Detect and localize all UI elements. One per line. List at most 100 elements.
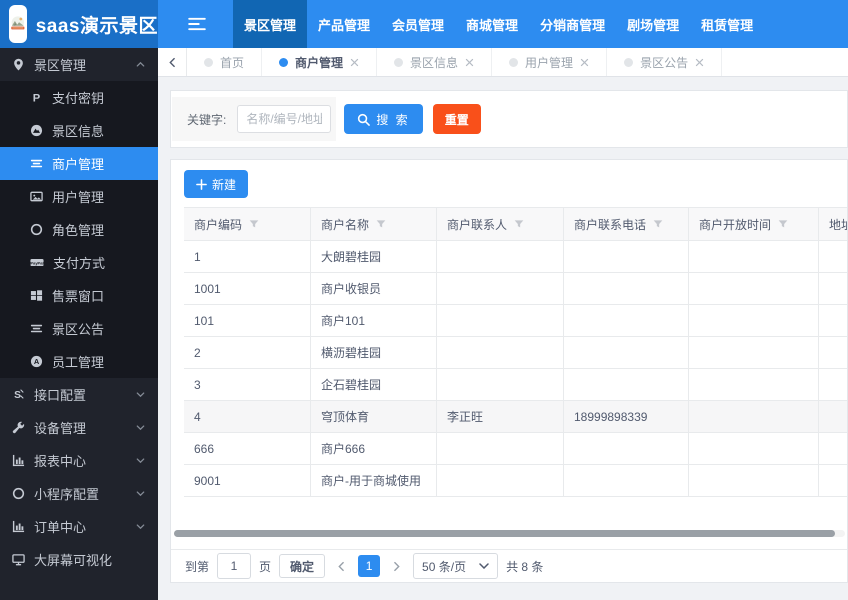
close-icon[interactable] bbox=[695, 58, 704, 67]
chevron-up-icon bbox=[135, 59, 146, 70]
horizontal-scrollbar bbox=[174, 530, 845, 537]
sidebar-section-label: 大屏幕可视化 bbox=[34, 553, 113, 568]
table-cell: 2 bbox=[184, 337, 311, 368]
chevron-down-icon bbox=[135, 455, 146, 466]
topnav-item-1[interactable]: 景区管理 bbox=[233, 0, 308, 48]
table-cell: 1001 bbox=[184, 273, 311, 304]
table-cell bbox=[437, 273, 564, 304]
sidebar-section-6[interactable]: 订单中心 bbox=[0, 510, 158, 543]
sidebar-item-label: 景区公告 bbox=[52, 322, 105, 337]
tab-5[interactable]: 景区公告 bbox=[607, 48, 723, 76]
sidebar-item-label: 景区信息 bbox=[52, 124, 105, 139]
next-page-icon[interactable] bbox=[388, 561, 405, 572]
table-cell: 大朗碧桂园 bbox=[311, 241, 437, 272]
sidebar-item-2[interactable]: 景区信息 bbox=[0, 114, 158, 147]
column-header-6: 地址 bbox=[819, 208, 847, 240]
reset-button[interactable]: 重置 bbox=[432, 104, 481, 134]
table-cell bbox=[437, 369, 564, 400]
topnav-item-2[interactable]: 产品管理 bbox=[307, 0, 381, 48]
sidebar-item-6[interactable]: PayPal 支付方式 bbox=[0, 246, 158, 279]
column-header-label: 商户联系电话 bbox=[574, 217, 647, 232]
topnav-item-label: 产品管理 bbox=[318, 17, 371, 33]
column-header-label: 地址 bbox=[829, 217, 847, 232]
sidebar-item-4[interactable]: 用户管理 bbox=[0, 180, 158, 213]
topnav-item-label: 会员管理 bbox=[392, 17, 445, 33]
table-cell: 101 bbox=[184, 305, 311, 336]
table-row-7[interactable]: 666 商户666 bbox=[184, 433, 847, 465]
tabs-back-button[interactable] bbox=[158, 48, 187, 76]
table-cell: 3 bbox=[184, 369, 311, 400]
funnel-icon[interactable] bbox=[376, 219, 386, 229]
api-icon: S bbox=[12, 388, 25, 401]
close-icon[interactable] bbox=[580, 58, 589, 67]
reset-button-label: 重置 bbox=[444, 112, 469, 127]
page-number-button[interactable]: 1 bbox=[358, 555, 381, 577]
close-icon[interactable] bbox=[350, 58, 359, 67]
sidebar-section-7[interactable]: 大屏幕可视化 bbox=[0, 543, 158, 576]
sidebar-item-1[interactable]: P 支付密钥 bbox=[0, 81, 158, 114]
close-icon[interactable] bbox=[465, 58, 474, 67]
horizontal-scrollbar-thumb[interactable] bbox=[174, 530, 835, 537]
funnel-icon[interactable] bbox=[778, 219, 788, 229]
table-row-8[interactable]: 9001 商户-用于商城使用 bbox=[184, 465, 847, 497]
search-button[interactable]: 搜 索 bbox=[344, 104, 423, 134]
sidebar-section-5[interactable]: 小程序配置 bbox=[0, 477, 158, 510]
sidebar-section-label: 景区管理 bbox=[34, 58, 87, 73]
table-row-2[interactable]: 1001 商户收银员 bbox=[184, 273, 847, 305]
chevron-down-icon bbox=[135, 389, 146, 400]
column-header-1: 商户编码 bbox=[184, 208, 311, 240]
sidebar-item-label: 支付方式 bbox=[53, 256, 106, 271]
goto-confirm-button[interactable]: 确定 bbox=[279, 554, 326, 578]
sidebar-item-3[interactable]: 商户管理 bbox=[0, 147, 158, 180]
tab-4[interactable]: 用户管理 bbox=[492, 48, 608, 76]
topnav-item-3[interactable]: 会员管理 bbox=[381, 0, 455, 48]
search-form: 关键字: bbox=[172, 97, 337, 141]
table-row-4[interactable]: 2 横沥碧桂园 bbox=[184, 337, 847, 369]
sidebar-section-2[interactable]: S 接口配置 bbox=[0, 378, 158, 411]
svg-text:A: A bbox=[34, 357, 40, 366]
table-row-5[interactable]: 3 企石碧桂园 bbox=[184, 369, 847, 401]
tab-status-dot bbox=[279, 57, 289, 67]
table-row-3[interactable]: 101 商户101 bbox=[184, 305, 847, 337]
table-cell bbox=[689, 337, 819, 368]
table-row-1[interactable]: 1 大朗碧桂园 bbox=[184, 241, 847, 273]
table-cell bbox=[819, 369, 847, 400]
sidebar-item-9[interactable]: A 员工管理 bbox=[0, 345, 158, 378]
wrench-icon bbox=[12, 421, 25, 434]
goto-page-input[interactable] bbox=[217, 553, 252, 579]
tab-label: 景区公告 bbox=[640, 55, 689, 70]
page-size-select[interactable]: 50 条/页 bbox=[413, 553, 499, 579]
funnel-icon[interactable] bbox=[653, 219, 663, 229]
sidebar-item-label: 售票窗口 bbox=[52, 289, 105, 304]
sidebar-section-1[interactable]: 景区管理 bbox=[0, 48, 158, 81]
circle-icon bbox=[30, 223, 43, 236]
topnav-item-7[interactable]: 租赁管理 bbox=[690, 0, 764, 48]
sidebar-section-4[interactable]: 报表中心 bbox=[0, 444, 158, 477]
create-button[interactable]: 新建 bbox=[184, 170, 249, 198]
keyword-input[interactable] bbox=[237, 105, 332, 133]
topnav-item-5[interactable]: 分销商管理 bbox=[529, 0, 616, 48]
tab-3[interactable]: 景区信息 bbox=[377, 48, 493, 76]
mountain-icon bbox=[30, 124, 43, 137]
tab-label: 用户管理 bbox=[525, 55, 574, 70]
topnav-item-6[interactable]: 剧场管理 bbox=[616, 0, 690, 48]
sidebar-item-label: 员工管理 bbox=[52, 355, 105, 370]
tab-1[interactable]: 首页 bbox=[187, 48, 263, 76]
table-row-6[interactable]: 4 穹顶体育 李正旺 18999898339 bbox=[184, 401, 847, 433]
tab-2[interactable]: 商户管理 bbox=[262, 48, 378, 76]
table-cell bbox=[819, 337, 847, 368]
sidebar-section-3[interactable]: 设备管理 bbox=[0, 411, 158, 444]
sidebar: 景区管理 P 支付密钥景区信息商户管理 用户管理 角色管理 PayPal 支付方式售票窗口景… bbox=[0, 48, 158, 600]
funnel-icon[interactable] bbox=[514, 219, 524, 229]
topnav-item-4[interactable]: 商城管理 bbox=[455, 0, 529, 48]
windows-icon bbox=[30, 289, 43, 302]
column-header-label: 商户名称 bbox=[321, 217, 370, 232]
table-empty-space bbox=[171, 497, 847, 530]
sidebar-item-8[interactable]: 景区公告 bbox=[0, 312, 158, 345]
sidebar-item-7[interactable]: 售票窗口 bbox=[0, 279, 158, 312]
funnel-icon[interactable] bbox=[249, 219, 259, 229]
sidebar-item-5[interactable]: 角色管理 bbox=[0, 213, 158, 246]
menu-toggle-icon[interactable] bbox=[158, 0, 233, 48]
pagination: 到第 页 确定 1 50 条/页 共 8 条 bbox=[171, 549, 847, 582]
prev-page-icon[interactable] bbox=[333, 561, 350, 572]
